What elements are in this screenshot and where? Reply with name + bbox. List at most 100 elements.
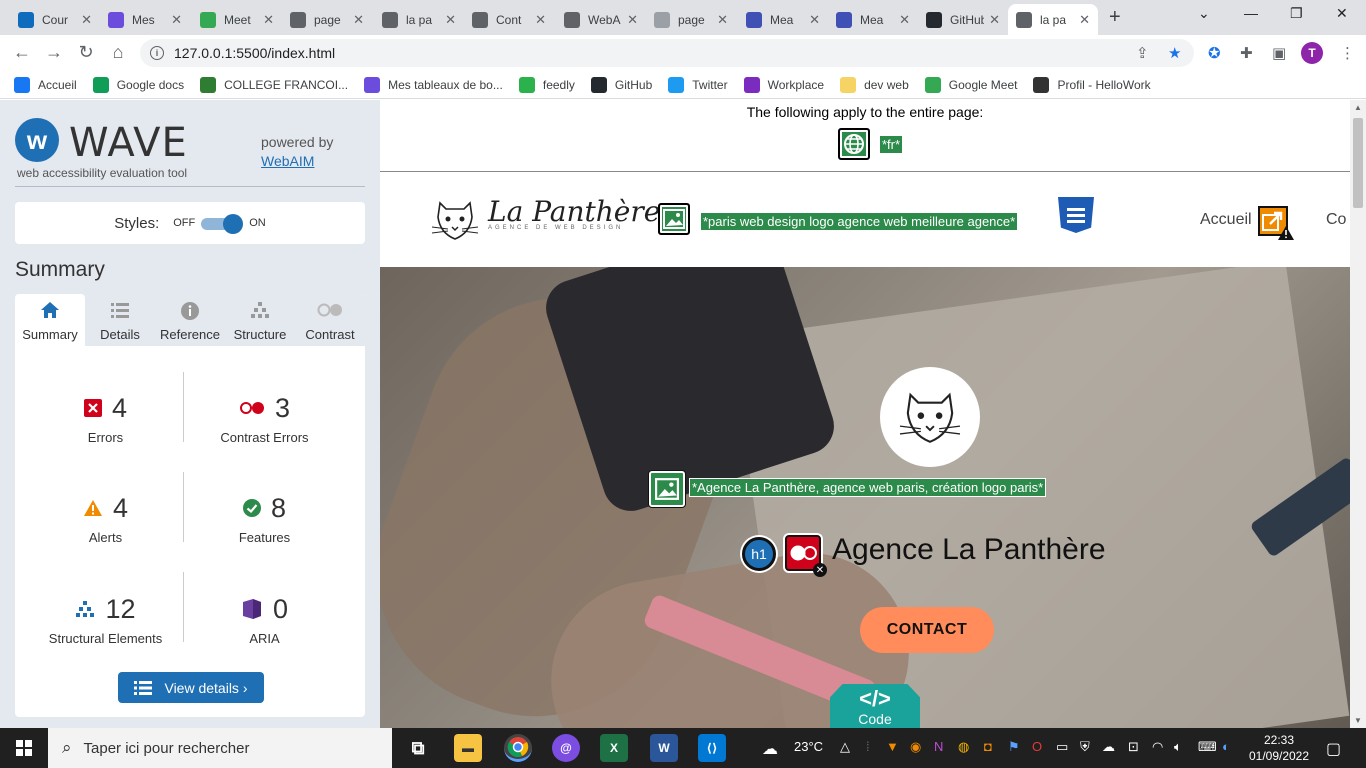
scrollbar-thumb[interactable]: [1353, 118, 1363, 208]
close-tab-icon[interactable]: ✕: [809, 12, 820, 28]
tab-structure[interactable]: Structure: [225, 294, 295, 346]
contact-button[interactable]: CONTACT: [860, 607, 994, 653]
reload-icon[interactable]: ↻: [74, 42, 98, 63]
bookmark-item[interactable]: Accueil: [14, 76, 77, 93]
opera-icon[interactable]: O: [1032, 739, 1042, 754]
system-clock[interactable]: 22:33 01/09/2022: [1246, 732, 1312, 764]
vlc-icon[interactable]: ▼: [886, 739, 899, 754]
new-tab-icon[interactable]: +: [1109, 6, 1121, 29]
network-drive-icon[interactable]: ⚑: [1008, 739, 1020, 755]
forward-icon[interactable]: →: [42, 42, 66, 63]
browser-tab[interactable]: Meet ✕: [192, 4, 282, 35]
extension-icon[interactable]: ✪: [1208, 44, 1221, 62]
drive-icon[interactable]: △: [840, 739, 850, 755]
close-tab-icon[interactable]: ✕: [627, 12, 638, 28]
chevron-down-icon[interactable]: ⌄: [1198, 5, 1210, 22]
app-tray-icon[interactable]: ◘: [984, 739, 992, 754]
browser-tab[interactable]: Cour ✕: [10, 4, 100, 35]
close-tab-icon[interactable]: ✕: [353, 12, 364, 28]
close-tab-icon[interactable]: ✕: [171, 12, 182, 28]
h1-badge[interactable]: h1: [742, 537, 776, 571]
menu-icon[interactable]: ⋮: [1340, 44, 1355, 62]
bookmark-item[interactable]: Workplace: [743, 76, 824, 93]
rss-icon[interactable]: ◉: [910, 739, 921, 755]
page-scrollbar[interactable]: ▲ ▼: [1350, 100, 1366, 728]
onenote-icon[interactable]: N: [934, 739, 943, 754]
nav-contact[interactable]: Co: [1326, 211, 1346, 229]
tab-details[interactable]: Details: [85, 294, 155, 346]
onedrive-icon[interactable]: ☁: [1102, 739, 1115, 755]
close-tab-icon[interactable]: ✕: [263, 12, 274, 28]
close-window-icon[interactable]: ✕: [1336, 5, 1348, 22]
alt-text-icon[interactable]: [649, 471, 685, 507]
view-details-button[interactable]: View details ›: [118, 672, 264, 703]
contrast-errors-stat[interactable]: 3 Contrast Errors: [177, 392, 352, 446]
task-view-icon[interactable]: ⧉: [404, 734, 432, 762]
windows-start-icon[interactable]: [16, 740, 32, 756]
language-icon[interactable]: [838, 128, 870, 160]
device-icon[interactable]: ⊡: [1128, 739, 1139, 755]
structural-stat[interactable]: 12 Structural Elements: [18, 593, 193, 647]
address-bar[interactable]: i 127.0.0.1:5500/index.html: [140, 39, 1194, 67]
bookmark-item[interactable]: Google Meet: [924, 76, 1017, 93]
excel-icon[interactable]: X: [600, 734, 628, 762]
close-tab-icon[interactable]: ✕: [81, 12, 92, 28]
side-panel-icon[interactable]: ▣: [1272, 44, 1286, 62]
alt-text-icon[interactable]: [658, 203, 690, 235]
weather-icon[interactable]: ☁: [762, 739, 778, 759]
puzzle-icon[interactable]: ✚: [1240, 44, 1253, 62]
close-tab-icon[interactable]: ✕: [989, 12, 1000, 28]
browser-tab[interactable]: Mes ✕: [100, 4, 190, 35]
taskbar-search[interactable]: ⌕ Taper ici pour rechercher: [48, 728, 392, 768]
share-icon[interactable]: ⇪: [1136, 44, 1149, 62]
browser-tab[interactable]: GitHub ✕: [918, 4, 1008, 35]
minimize-icon[interactable]: —: [1244, 5, 1258, 21]
aria-stat[interactable]: 0 ARIA: [177, 593, 352, 646]
browser-tab[interactable]: la pa ✕: [374, 4, 464, 35]
tab-summary[interactable]: Summary: [15, 294, 85, 346]
bookmark-item[interactable]: Google docs: [92, 76, 184, 93]
browser-tab[interactable]: Mea ✕: [828, 4, 918, 35]
close-tab-icon[interactable]: ✕: [1079, 12, 1090, 28]
bookmark-item[interactable]: COLLEGE FRANCOI...: [200, 76, 348, 93]
bookmark-item[interactable]: feedly: [518, 76, 575, 93]
browser-tab[interactable]: Cont ✕: [464, 4, 554, 35]
bookmark-item[interactable]: Mes tableaux de bo...: [364, 76, 503, 93]
wifi-icon[interactable]: ◠: [1152, 739, 1163, 755]
webaim-link[interactable]: WebAIM: [261, 153, 314, 169]
bookmark-item[interactable]: Twitter: [668, 76, 728, 93]
close-tab-icon[interactable]: ✕: [535, 12, 546, 28]
maximize-icon[interactable]: ❐: [1290, 5, 1303, 22]
browser-tab[interactable]: page ✕: [646, 4, 736, 35]
features-stat[interactable]: 8 Features: [177, 492, 352, 546]
battery-icon[interactable]: ▭: [1056, 739, 1068, 755]
site-info-icon[interactable]: i: [150, 46, 164, 60]
workplace-icon[interactable]: @: [552, 734, 580, 762]
css-icon[interactable]: [1058, 197, 1094, 233]
bookmark-item[interactable]: Profil - HelloWork: [1033, 76, 1151, 93]
volume-icon[interactable]: 🔈︎: [1174, 739, 1182, 755]
notifications-icon[interactable]: ▢: [1326, 739, 1341, 759]
word-icon[interactable]: W: [650, 734, 678, 762]
security-icon[interactable]: ⛨: [1080, 739, 1090, 755]
language-tray-icon[interactable]: ⌨: [1198, 739, 1217, 755]
tab-reference[interactable]: Reference: [155, 294, 225, 346]
file-explorer-icon[interactable]: ▬: [454, 734, 482, 762]
browser-tab[interactable]: WebA ✕: [556, 4, 646, 35]
chrome-tray-icon[interactable]: ◍: [958, 739, 969, 755]
chrome-icon[interactable]: [504, 734, 532, 762]
alerts-stat[interactable]: 4 Alerts: [18, 492, 193, 545]
redundant-link-icon[interactable]: [1258, 206, 1294, 240]
bookmark-item[interactable]: GitHub: [590, 76, 652, 93]
close-tab-icon[interactable]: ✕: [899, 12, 910, 28]
browser-tab[interactable]: page ✕: [282, 4, 372, 35]
vscode-icon[interactable]: ⟨⟩: [698, 734, 726, 762]
tab-contrast[interactable]: Contrast: [295, 294, 365, 346]
meet-tray-icon[interactable]: ◐: [1222, 739, 1230, 754]
home-icon[interactable]: ⌂: [106, 42, 130, 63]
contrast-error-icon[interactable]: ✕: [785, 535, 827, 577]
styles-toggle[interactable]: [201, 214, 244, 234]
code-toggle-button[interactable]: </> Code: [830, 684, 920, 728]
nav-accueil[interactable]: Accueil: [1200, 211, 1252, 229]
browser-tab[interactable]: la pa ✕: [1008, 4, 1098, 35]
